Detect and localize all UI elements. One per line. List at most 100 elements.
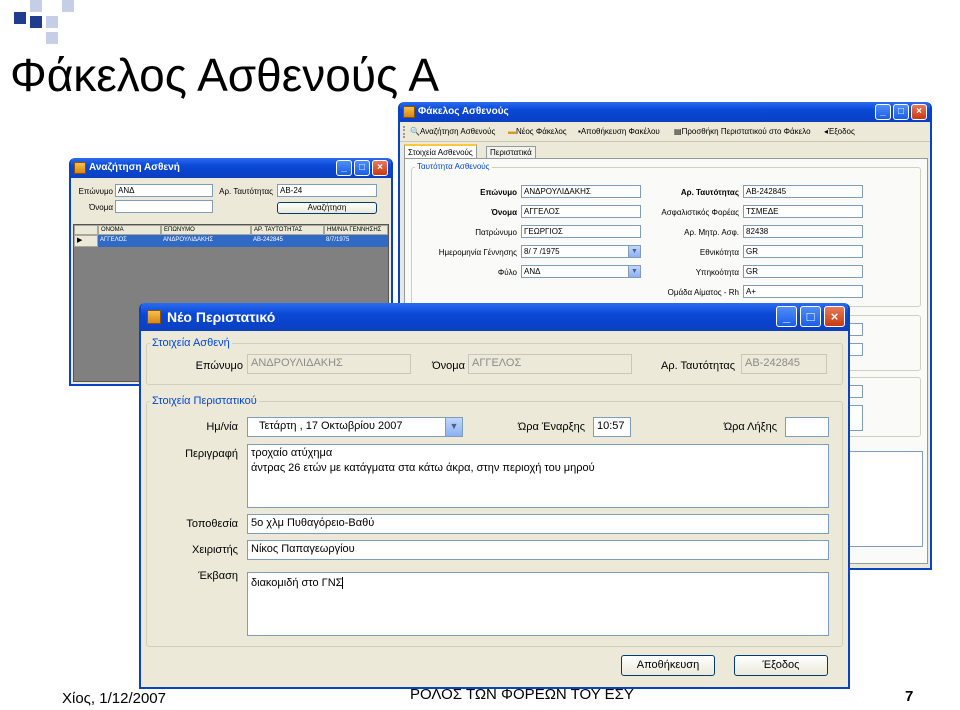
case-id-label: Αρ. Ταυτότητας bbox=[660, 360, 735, 372]
search-window-title: Αναζήτηση Ασθενή bbox=[89, 162, 180, 173]
start-time-label: Ώρα Έναρξης bbox=[517, 421, 585, 433]
name-field[interactable]: ΑΓΓΕΛΟΣ bbox=[521, 205, 641, 218]
row-selector-icon: ▶ bbox=[74, 235, 98, 247]
app-icon bbox=[403, 106, 415, 118]
location-field[interactable]: 5ο χλμ Πυθαγόρειο-Βαθύ bbox=[247, 514, 829, 534]
description-label: Περιγραφή bbox=[185, 448, 238, 460]
id-label: Αρ. Ταυτότητας bbox=[680, 188, 739, 197]
folder-titlebar: Φάκελος Ασθενούς _ □ × bbox=[400, 102, 930, 122]
exit-button[interactable]: Έξοδος bbox=[734, 655, 828, 676]
toolbar-new-folder[interactable]: ▬Νέος Φάκελος bbox=[508, 122, 567, 142]
slide-title: Φάκελος Ασθενούς Α bbox=[10, 49, 440, 101]
description-line-1: τροχαίο ατύχημα bbox=[251, 447, 333, 459]
father-label: Πατρώνυμο bbox=[475, 228, 517, 237]
insurer-field[interactable]: ΤΣΜΕΔΕ bbox=[743, 205, 863, 218]
toolbar-search-patient[interactable]: 🔍Αναζήτηση Ασθενούς bbox=[410, 122, 495, 142]
search-surname-input[interactable]: ΑΝΔ bbox=[115, 184, 213, 197]
nationality-field[interactable]: GR bbox=[743, 245, 863, 258]
toolbar-add-case[interactable]: ▤Προσθήκη Περιστατικού στο Φάκελο bbox=[674, 122, 811, 142]
case-surname-field[interactable]: ΑΝΔΡΟΥΛΙΔΑΚΗΣ bbox=[247, 354, 411, 374]
location-label: Τοποθεσία bbox=[186, 518, 238, 530]
maximize-button[interactable]: □ bbox=[893, 104, 909, 120]
new-case-window-title: Νέο Περιστατικό bbox=[167, 309, 276, 325]
footer-location-date: Χίος, 1/12/2007 bbox=[62, 690, 166, 707]
maximize-button[interactable]: □ bbox=[354, 160, 370, 176]
citizenship-field[interactable]: GR bbox=[743, 265, 863, 278]
insurance-number-field[interactable]: 82438 bbox=[743, 225, 863, 238]
save-button[interactable]: Αποθήκευση bbox=[621, 655, 715, 676]
end-time-label: Ώρα Λήξης bbox=[723, 421, 777, 433]
table-row[interactable]: ▶ ΑΓΓΕΛΟΣ ΑΝΔΡΟΥΛΙΔΑΚΗΣ ΑΒ-242845 8/7/19… bbox=[74, 235, 388, 247]
date-picker[interactable]: Τετάρτη , 17 Οκτωβρίου 2007 ▼ bbox=[247, 417, 463, 437]
chevron-down-icon[interactable]: ▼ bbox=[445, 418, 462, 436]
outcome-label: Έκβαση bbox=[198, 570, 238, 582]
cell-surname: ΑΝΔΡΟΥΛΙΔΑΚΗΣ bbox=[163, 237, 214, 243]
surname-field[interactable]: ΑΝΔΡΟΥΛΙΔΑΚΗΣ bbox=[521, 185, 641, 198]
chevron-down-icon[interactable]: ▼ bbox=[628, 266, 640, 277]
tab-patient-details[interactable]: Στοιχεία Ασθενούς bbox=[404, 144, 477, 158]
new-case-window: Νέο Περιστατικό _ □ × Στοιχεία Ασθενή Επ… bbox=[139, 303, 850, 689]
id-field[interactable]: ΑΒ-242845 bbox=[743, 185, 863, 198]
cell-id: ΑΒ-242845 bbox=[253, 237, 284, 243]
insurance-number-label: Αρ. Μητρ. Ασφ. bbox=[684, 228, 739, 237]
father-field[interactable]: ΓΕΩΡΓΙΟΣ bbox=[521, 225, 641, 238]
operator-field[interactable]: Νίκος Παπαγεωργίου bbox=[247, 540, 829, 560]
case-name-field[interactable]: ΑΓΓΕΛΟΣ bbox=[468, 354, 632, 374]
search-id-label: Αρ. Ταυτότητας bbox=[219, 187, 273, 196]
blood-type-field[interactable]: A+ bbox=[743, 285, 863, 298]
folder-toolbar: 🔍Αναζήτηση Ασθενούς ▬Νέος Φάκελος ▪Αποθή… bbox=[400, 122, 930, 142]
patient-info-group-title: Στοιχεία Ασθενή bbox=[150, 336, 232, 350]
grid-row-header-corner bbox=[74, 225, 98, 235]
new-case-titlebar: Νέο Περιστατικό _ □ × bbox=[141, 303, 848, 331]
minimize-button[interactable]: _ bbox=[875, 104, 891, 120]
outcome-textarea[interactable]: διακομιδή στο ΓΝΣ bbox=[247, 572, 829, 636]
start-time-field[interactable]: 10:57 bbox=[593, 417, 631, 437]
name-label: Όνομα bbox=[491, 208, 517, 217]
binoculars-icon: 🔍 bbox=[410, 127, 420, 136]
grid-header-surname[interactable]: ΕΠΩΝΥΜΟ bbox=[161, 225, 251, 235]
search-id-input[interactable]: ΑΒ-24 bbox=[277, 184, 377, 197]
page-number: 7 bbox=[905, 688, 914, 705]
chevron-down-icon[interactable]: ▼ bbox=[628, 246, 640, 257]
search-name-label: Όνομα bbox=[89, 203, 113, 212]
close-button[interactable]: × bbox=[372, 160, 388, 176]
add-record-icon: ▤ bbox=[674, 127, 682, 136]
minimize-button[interactable]: _ bbox=[776, 306, 797, 327]
operator-label: Χειριστής bbox=[192, 544, 238, 556]
case-info-group-title: Στοιχεία Περιστατικού bbox=[150, 394, 259, 408]
footer-title: ΡΟΛΟΣ ΤΩΝ ΦΟΡΕΩΝ ΤΟΥ ΕΣΥ bbox=[410, 686, 634, 703]
search-name-input[interactable] bbox=[115, 200, 213, 213]
folder-icon: ▬ bbox=[508, 127, 516, 136]
surname-label: Επώνυμο bbox=[480, 188, 517, 197]
birth-label: Ημερομηνία Γέννησης bbox=[438, 248, 517, 257]
search-titlebar: Αναζήτηση Ασθενή _ □ × bbox=[71, 158, 391, 178]
tab-cases[interactable]: Περιστατικά bbox=[486, 146, 536, 158]
insurer-label: Ασφαλιστικός Φορέας bbox=[661, 208, 739, 217]
toolbar-save-folder[interactable]: ▪Αποθήκευση Φακέλου bbox=[578, 122, 660, 142]
toolbar-exit[interactable]: ◂Έξοδος bbox=[824, 122, 855, 142]
description-textarea[interactable]: τροχαίο ατύχημα άντρας 26 ετών με κατάγμ… bbox=[247, 444, 829, 508]
blood-type-label: Ομάδα Αίματος - Rh bbox=[667, 288, 739, 297]
close-button[interactable]: × bbox=[911, 104, 927, 120]
nationality-label: Εθνικότητα bbox=[699, 248, 739, 257]
date-label: Ημ/νία bbox=[206, 421, 238, 433]
lower-text-area[interactable] bbox=[847, 451, 923, 547]
minimize-button[interactable]: _ bbox=[336, 160, 352, 176]
birth-date-picker[interactable]: 8/ 7 /1975 ▼ bbox=[521, 245, 641, 258]
outcome-text: διακομιδή στο ΓΝΣ bbox=[251, 577, 343, 589]
cell-birth: 8/7/1975 bbox=[326, 237, 350, 243]
close-button[interactable]: × bbox=[824, 306, 845, 327]
maximize-button[interactable]: □ bbox=[800, 306, 821, 327]
end-time-field[interactable] bbox=[785, 417, 829, 437]
case-name-label: Όνομα bbox=[432, 360, 465, 372]
grid-header-birth[interactable]: ΗΜ/ΝΙΑ ΓΕΝΝΗΣΗΣ bbox=[324, 225, 388, 235]
grid-header-id[interactable]: ΑΡ. ΤΑΥΤΟΤΗΤΑΣ bbox=[251, 225, 324, 235]
search-button[interactable]: Αναζήτηση bbox=[277, 202, 377, 214]
text-caret bbox=[342, 577, 344, 589]
grid-header-name[interactable]: ΟΝΟΜΑ bbox=[98, 225, 161, 235]
case-id-field[interactable]: ΑΒ-242845 bbox=[741, 354, 827, 374]
sex-select[interactable]: ΑΝΔ ▼ bbox=[521, 265, 641, 278]
identity-group-title: Ταυτότητα Ασθενούς bbox=[415, 162, 492, 172]
citizenship-label: Υπηκοότητα bbox=[695, 268, 739, 277]
toolbar-grip bbox=[403, 126, 405, 138]
